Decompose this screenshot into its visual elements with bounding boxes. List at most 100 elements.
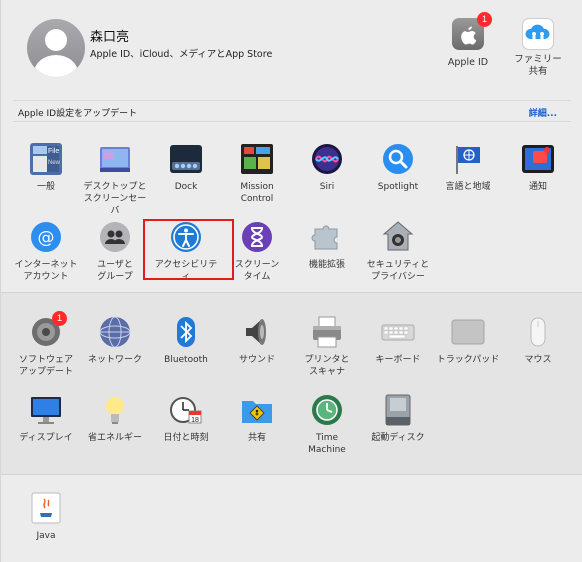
extensions-icon xyxy=(310,220,344,254)
bluetooth-icon xyxy=(169,315,203,349)
apple-id-pane[interactable]: 1 Apple ID xyxy=(438,12,498,68)
date-time-icon: 18 xyxy=(169,393,203,427)
trackpad-icon xyxy=(451,315,485,349)
pane-spotlight[interactable]: Spotlight xyxy=(363,142,433,193)
pane-general[interactable]: File New 一般 xyxy=(11,142,81,193)
software-update-icon: 1 xyxy=(29,311,67,349)
pane-label: 通知 xyxy=(528,182,547,192)
svg-text:New: New xyxy=(48,160,61,166)
dock-icon xyxy=(169,142,203,176)
time-machine-icon xyxy=(310,393,344,427)
screen-time-icon xyxy=(240,220,274,254)
pane-label: トラックパッド xyxy=(436,355,500,365)
pane-sound[interactable]: サウンド xyxy=(222,315,292,366)
pane-label: ソフトウェア アップデート xyxy=(18,355,73,377)
pane-label: デスクトップと スクリーンセーバ xyxy=(83,182,147,216)
pane-energy-saver[interactable]: 省エネルギー xyxy=(80,393,150,444)
security-icon xyxy=(381,220,415,254)
pane-security[interactable]: セキュリティと プライバシー xyxy=(363,220,433,283)
pane-desktop[interactable]: デスクトップと スクリーンセーバ xyxy=(80,142,150,217)
pane-sharing[interactable]: 共有 xyxy=(222,393,292,444)
mission-control-icon xyxy=(240,142,274,176)
pane-label: ディスプレイ xyxy=(19,433,73,443)
pane-extensions[interactable]: 機能拡張 xyxy=(292,220,362,271)
user-subtitle: Apple ID、iCloud、メディアとApp Store xyxy=(90,49,273,60)
pane-label: 省エネルギー xyxy=(87,433,142,443)
language-icon xyxy=(451,142,485,176)
family-sharing-icon xyxy=(522,18,554,50)
user-name: 森口亮 xyxy=(90,30,130,45)
pane-label: マウス xyxy=(524,355,552,365)
pane-startup-disk[interactable]: 起動ディスク xyxy=(363,393,433,444)
family-sharing-pane[interactable]: ファミリー 共有 xyxy=(508,18,568,78)
pane-label: プリンタと スキャナ xyxy=(304,355,350,377)
pane-keyboard[interactable]: キーボード xyxy=(363,315,433,366)
system-preferences-window: 森口亮 Apple ID、iCloud、メディアとApp Store 1 App… xyxy=(0,0,582,562)
pane-label: 起動ディスク xyxy=(371,433,425,443)
display-icon xyxy=(29,393,63,427)
sound-icon xyxy=(240,315,274,349)
pane-label: ユーザと グループ xyxy=(97,260,133,282)
accessibility-highlight-box xyxy=(143,219,234,280)
pane-label: 言語と地域 xyxy=(445,182,491,192)
printer-icon xyxy=(310,315,344,349)
apple-id-label: Apple ID xyxy=(447,57,489,68)
pane-java[interactable]: Java xyxy=(11,491,81,542)
avatar[interactable] xyxy=(27,19,85,77)
pane-trackpad[interactable]: トラックパッド xyxy=(433,315,503,366)
siri-icon xyxy=(310,142,344,176)
update-text: Apple ID設定をアップデート xyxy=(18,109,138,119)
java-icon xyxy=(29,491,63,525)
update-banner: Apple ID設定をアップデート 詳細... xyxy=(13,100,571,122)
pane-bluetooth[interactable]: Bluetooth xyxy=(151,315,221,366)
pane-date-time[interactable]: 18 日付と時刻 xyxy=(151,393,221,444)
details-link[interactable]: 詳細... xyxy=(529,106,557,119)
pane-notifications[interactable]: 通知 xyxy=(503,142,573,193)
pane-label: セキュリティと プライバシー xyxy=(366,260,430,282)
pane-label: サウンド xyxy=(238,355,275,365)
software-update-badge: 1 xyxy=(52,311,67,326)
pane-label: Bluetooth xyxy=(164,355,208,365)
pane-label: Java xyxy=(36,531,56,541)
pane-label: Mission Control xyxy=(240,182,274,204)
family-sharing-label: ファミリー 共有 xyxy=(514,54,562,77)
personal-prefs-section: File New 一般 デスクトップと スクリーンセーバ Dock Mission… xyxy=(1,124,582,292)
pane-label: Siri xyxy=(319,182,335,192)
pane-mission-control[interactable]: Mission Control xyxy=(222,142,292,205)
hardware-prefs-section: 1 ソフトウェア アップデート ネットワーク Bluetooth サウンド プリ… xyxy=(1,292,582,474)
desktop-icon xyxy=(98,142,132,176)
pane-mouse[interactable]: マウス xyxy=(503,315,573,366)
svg-text:@: @ xyxy=(38,228,55,248)
energy-saver-icon xyxy=(98,393,132,427)
pane-internet-accounts[interactable]: @ インターネット アカウント xyxy=(11,220,81,283)
pane-time-machine[interactable]: Time Machine xyxy=(292,393,362,456)
mouse-icon xyxy=(521,315,555,349)
pane-printers[interactable]: プリンタと スキャナ xyxy=(292,315,362,378)
users-icon xyxy=(98,220,132,254)
pane-label: Dock xyxy=(174,182,198,192)
startup-disk-icon xyxy=(381,393,415,427)
apple-id-header: 森口亮 Apple ID、iCloud、メディアとApp Store 1 App… xyxy=(1,0,582,134)
pane-software-update[interactable]: 1 ソフトウェア アップデート xyxy=(11,311,81,378)
avatar-body xyxy=(34,55,78,77)
apple-id-badge: 1 xyxy=(477,12,492,27)
pane-network[interactable]: ネットワーク xyxy=(80,315,150,366)
internet-accounts-icon: @ xyxy=(29,220,63,254)
pane-label: 一般 xyxy=(36,182,55,192)
pane-label: インターネット アカウント xyxy=(14,260,78,282)
avatar-head xyxy=(45,29,67,51)
pane-language[interactable]: 言語と地域 xyxy=(433,142,503,193)
sharing-icon xyxy=(240,393,274,427)
pane-dock[interactable]: Dock xyxy=(151,142,221,193)
general-icon: File New xyxy=(29,142,63,176)
notifications-icon xyxy=(521,142,555,176)
pane-label: Spotlight xyxy=(377,182,419,192)
keyboard-icon xyxy=(381,315,415,349)
pane-siri[interactable]: Siri xyxy=(292,142,362,193)
pane-display[interactable]: ディスプレイ xyxy=(11,393,81,444)
pane-users[interactable]: ユーザと グループ xyxy=(80,220,150,283)
network-icon xyxy=(98,315,132,349)
pane-label: キーボード xyxy=(375,355,421,365)
spotlight-icon xyxy=(381,142,415,176)
svg-text:18: 18 xyxy=(191,417,199,424)
